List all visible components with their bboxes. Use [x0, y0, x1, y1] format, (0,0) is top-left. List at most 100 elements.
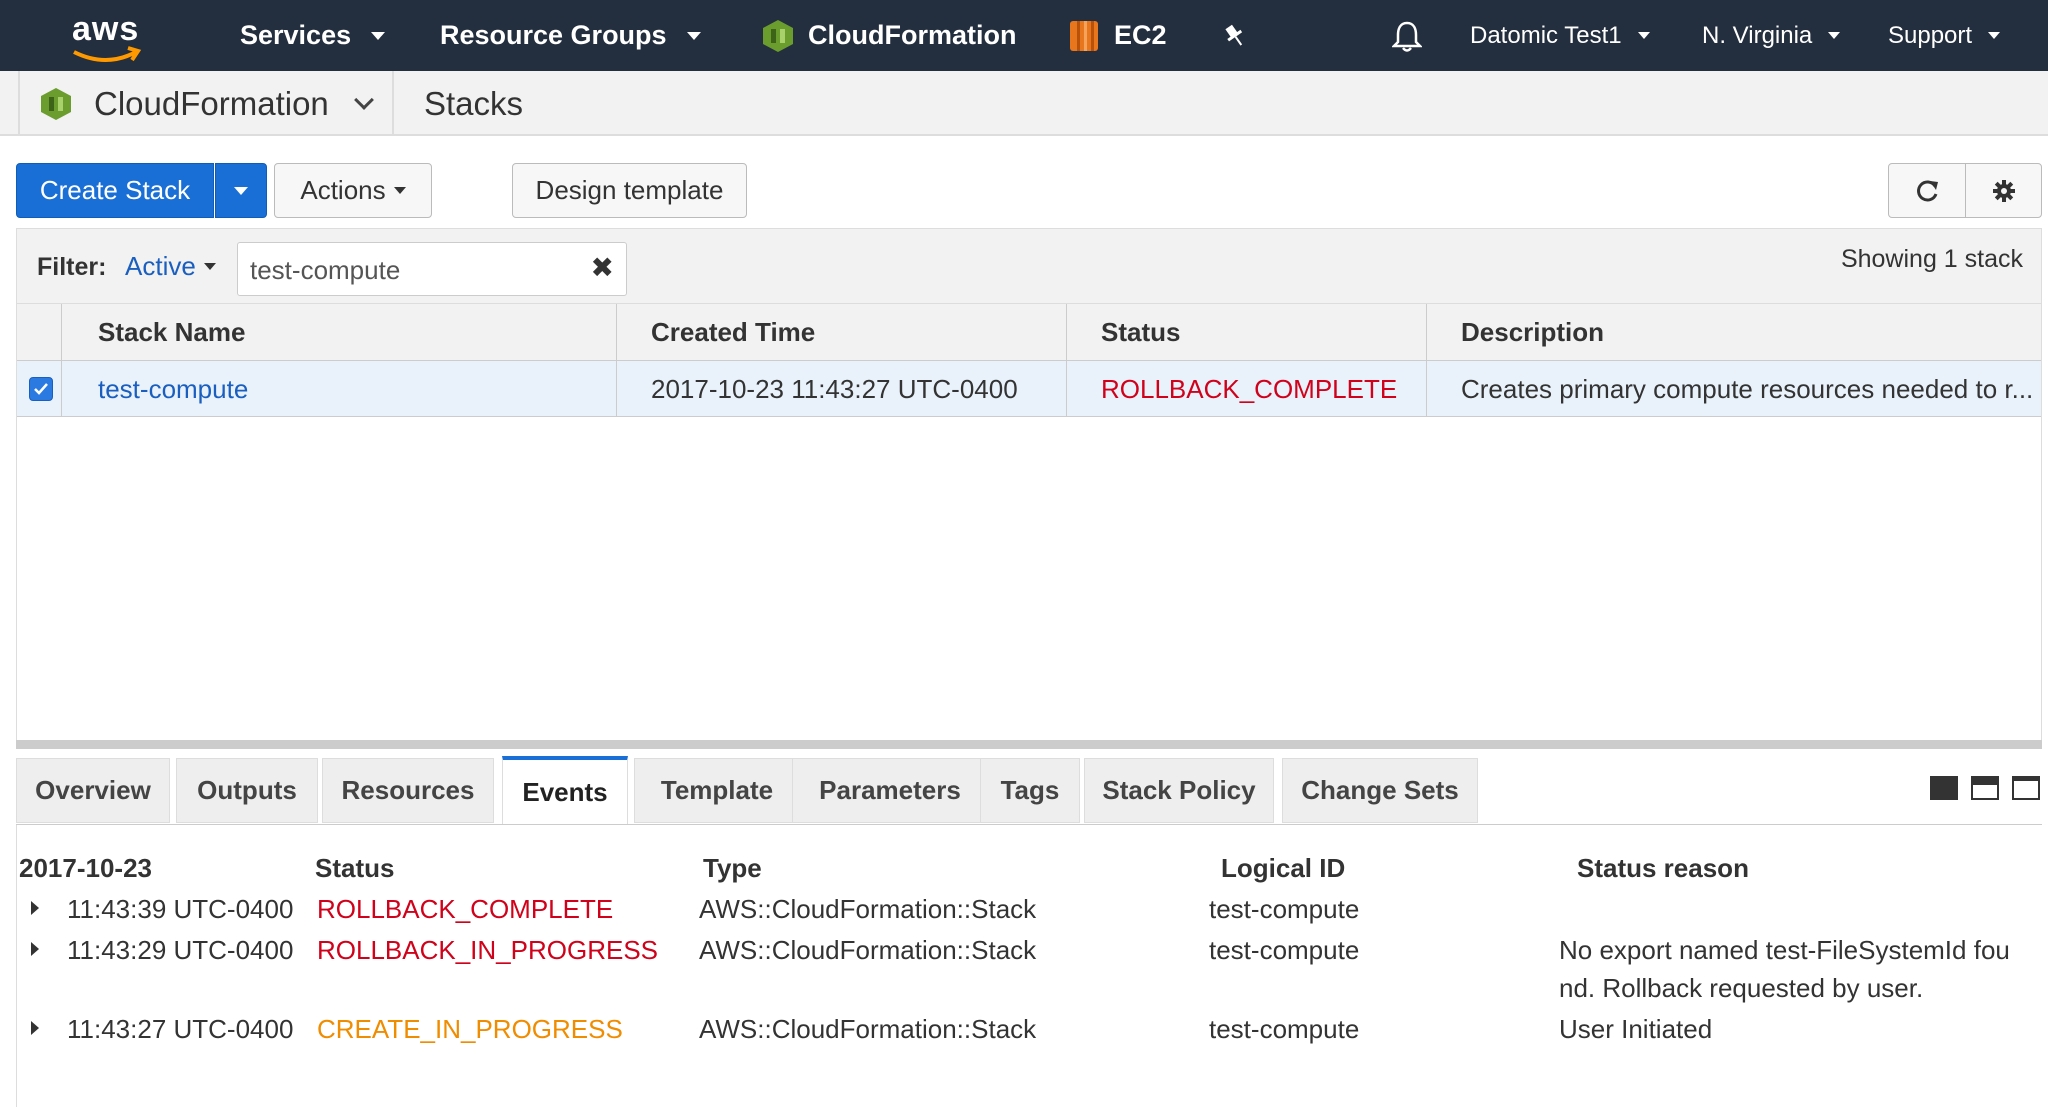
services-menu[interactable]: Services — [240, 0, 386, 71]
events-date-header: 2017-10-23 — [19, 853, 152, 883]
table-row[interactable]: test-compute 2017-10-23 11:43:27 UTC-040… — [17, 361, 2041, 417]
service-switcher[interactable]: CloudFormation — [40, 71, 374, 136]
caret-down-icon — [1988, 32, 2001, 39]
divider — [18, 71, 20, 136]
pin-icon — [1225, 24, 1243, 46]
caret-down-icon — [371, 31, 386, 40]
event-status-reason: No export named test-FileSystemId fou — [1559, 935, 2010, 965]
expand-row-icon[interactable] — [31, 901, 39, 915]
event-logical-id: test-compute — [1209, 1014, 1360, 1044]
layout-split-icon[interactable] — [1971, 776, 1999, 800]
stack-description: Creates primary compute resources needed… — [1426, 361, 2041, 417]
column-header-description[interactable]: Description — [1426, 304, 2041, 361]
refresh-button[interactable] — [1888, 163, 1966, 218]
stack-name-link[interactable]: test-compute — [61, 361, 616, 417]
clear-filter-icon[interactable]: ✖ — [591, 251, 614, 284]
column-header-stack-name[interactable]: Stack Name — [61, 304, 616, 361]
create-stack-dropdown[interactable] — [215, 163, 267, 218]
tab-outputs[interactable]: Outputs — [176, 758, 318, 823]
region-label: N. Virginia — [1702, 21, 1813, 49]
caret-down-icon — [203, 263, 216, 270]
caret-down-icon — [1828, 32, 1841, 39]
stack-created-time: 2017-10-23 11:43:27 UTC-0400 — [616, 361, 1066, 417]
cloudformation-shortcut[interactable]: CloudFormation — [762, 0, 1016, 71]
notifications-button[interactable] — [1392, 0, 1422, 71]
caret-down-icon — [393, 187, 406, 194]
filter-mode-dropdown[interactable]: Active — [125, 251, 216, 282]
filter-label: Filter: — [37, 253, 107, 281]
row-checkbox[interactable] — [29, 377, 53, 401]
column-header-created-time[interactable]: Created Time — [616, 304, 1066, 361]
events-type-header: Type — [703, 853, 762, 883]
service-header: CloudFormation Stacks — [0, 71, 2048, 136]
expand-row-icon[interactable] — [31, 1021, 39, 1035]
events-logical-id-header: Logical ID — [1221, 853, 1346, 883]
ec2-label: EC2 — [1114, 20, 1167, 50]
event-time: 11:43:27 UTC-0400 — [67, 1014, 294, 1044]
actions-label: Actions — [300, 175, 386, 205]
aws-logo[interactable]: aws — [70, 8, 150, 64]
tab-resources[interactable]: Resources — [322, 758, 494, 823]
event-status-reason: User Initiated — [1559, 1014, 1713, 1044]
event-status: CREATE_IN_PROGRESS — [317, 1014, 623, 1044]
top-nav: aws Services Resource Groups CloudFormat… — [0, 0, 2048, 71]
layout-minimize-icon[interactable] — [1930, 776, 1958, 800]
tab-events[interactable]: Events — [502, 756, 628, 824]
events-panel: 2017-10-23 Status Type Logical ID Status… — [16, 825, 2042, 1107]
event-time: 11:43:39 UTC-0400 — [67, 894, 294, 924]
events-status-header: Status — [315, 853, 395, 883]
stack-status: ROLLBACK_COMPLETE — [1066, 361, 1426, 417]
tab-overview[interactable]: Overview — [16, 758, 170, 823]
create-stack-label: Create Stack — [39, 175, 191, 205]
event-type: AWS::CloudFormation::Stack — [699, 1014, 1037, 1044]
events-reason-header: Status reason — [1577, 853, 1749, 883]
account-label: Datomic Test1 — [1470, 21, 1622, 49]
caret-down-icon — [1637, 32, 1650, 39]
ec2-shortcut[interactable]: EC2 — [1068, 0, 1167, 71]
support-menu[interactable]: Support — [1888, 0, 2001, 71]
tab-template[interactable]: Template — [634, 758, 800, 823]
page-title: Stacks — [424, 84, 524, 122]
event-logical-id: test-compute — [1209, 894, 1360, 924]
filter-search-field[interactable]: test-compute ✖ — [237, 242, 627, 296]
service-name: CloudFormation — [94, 84, 329, 122]
tab-change-sets[interactable]: Change Sets — [1282, 758, 1478, 823]
detail-tabs: Overview Outputs Resources Events Templa… — [16, 756, 2042, 825]
region-menu[interactable]: N. Virginia — [1702, 0, 1841, 71]
cloudformation-icon — [41, 87, 71, 120]
settings-button[interactable] — [1965, 163, 2042, 218]
stacks-table: Stack Name Created Time Status Descripti… — [16, 303, 2042, 749]
design-template-label: Design template — [535, 175, 724, 205]
design-template-button[interactable]: Design template — [512, 163, 747, 218]
support-label: Support — [1888, 21, 1973, 49]
layout-maximize-icon[interactable] — [2012, 776, 2040, 800]
gear-icon — [1992, 179, 2015, 202]
actions-button[interactable]: Actions — [274, 163, 432, 218]
filter-mode-label: Active — [125, 251, 196, 281]
ec2-icon — [1070, 20, 1098, 51]
resource-groups-menu[interactable]: Resource Groups — [440, 0, 701, 71]
column-header-status[interactable]: Status — [1066, 304, 1426, 361]
create-stack-button[interactable]: Create Stack — [16, 163, 214, 218]
checkmark-icon — [34, 383, 48, 395]
select-column-header — [17, 304, 61, 361]
tab-stack-policy[interactable]: Stack Policy — [1084, 758, 1274, 823]
event-status-reason-cont: nd. Rollback requested by user. — [1559, 973, 1924, 1003]
caret-down-icon — [234, 186, 248, 195]
account-menu[interactable]: Datomic Test1 — [1470, 0, 1650, 71]
tab-tags[interactable]: Tags — [980, 758, 1080, 823]
cloudformation-icon — [763, 19, 793, 52]
event-logical-id: test-compute — [1209, 935, 1360, 965]
event-type: AWS::CloudFormation::Stack — [699, 894, 1037, 924]
pin-button[interactable] — [1222, 0, 1248, 71]
pane-splitter[interactable] — [16, 740, 2042, 749]
event-time: 11:43:29 UTC-0400 — [67, 935, 294, 965]
tab-parameters[interactable]: Parameters — [792, 758, 988, 823]
event-status: ROLLBACK_IN_PROGRESS — [317, 935, 659, 965]
expand-row-icon[interactable] — [31, 942, 39, 956]
aws-smile-icon — [73, 46, 142, 62]
filter-bar: Filter: Active test-compute ✖ Showing 1 … — [16, 228, 2042, 304]
bell-icon — [1392, 21, 1422, 52]
showing-count: Showing 1 stack — [1840, 245, 2023, 273]
table-header: Stack Name Created Time Status Descripti… — [17, 304, 2041, 361]
